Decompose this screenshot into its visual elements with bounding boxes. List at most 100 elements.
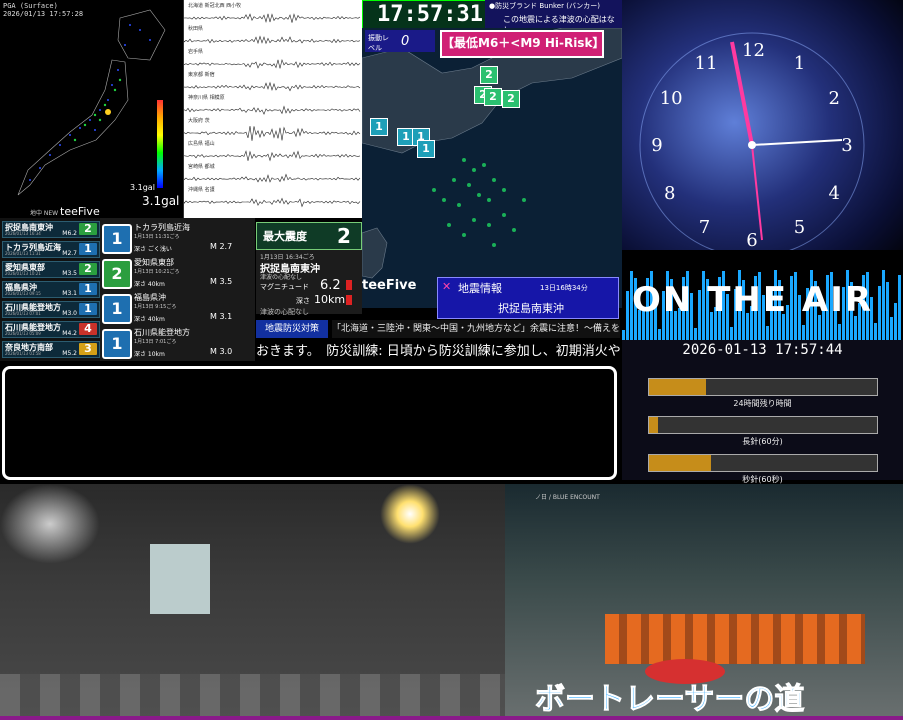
pga-gal-large: 3.1gal <box>142 194 179 208</box>
waveform-path <box>184 83 360 91</box>
max-tsunami: 津波の心配なし <box>260 272 302 281</box>
epicenter-dots <box>362 28 622 308</box>
detail-mag: M 2.7 <box>210 242 232 251</box>
waveform-label: 大阪府 茨 <box>188 117 210 124</box>
equalizer-bar <box>882 270 885 340</box>
message-box <box>2 366 617 480</box>
detail-row: 1 トカラ列島近海 1月13日 11:31ごろ 深さ ごく浅い M 2.7 <box>102 220 252 254</box>
detail-time: 1月13日 11:31ごろ <box>134 233 180 240</box>
waveform-path <box>184 14 360 23</box>
clock-number: 2 <box>824 88 844 109</box>
detail-row: 1 石川県能登地方 1月13日 7:01ごろ 深さ 10km M 3.0 <box>102 325 252 359</box>
clock-number: 10 <box>660 88 680 109</box>
quake-mag: M4.2 <box>62 330 77 337</box>
detail-mag: M 3.0 <box>210 347 232 356</box>
equalizer-bar <box>890 317 893 340</box>
detail-depth: 深さ 10km <box>134 349 165 358</box>
analog-clock-panel: 12 1 2 3 4 5 6 7 8 9 10 11 <box>622 0 903 272</box>
pga-badge: 地中 NEW <box>30 208 58 217</box>
detail-mag: M 3.1 <box>210 312 232 321</box>
epicenter-dot <box>512 228 516 232</box>
quake-list-row: 奈良地方南部 2026/01/13 01:58 M5.2 3 <box>2 341 100 358</box>
quake-intensity-badge: 1 <box>79 243 97 255</box>
waveform-label: 秋田県 <box>188 25 203 32</box>
progress-bar <box>648 416 878 434</box>
clock-number: 12 <box>742 40 762 61</box>
street-camera <box>0 484 505 720</box>
quake-list-row: トカラ列島近海 2026/01/13 11:31 M2.7 1 <box>2 241 100 258</box>
waveform-row: 沖縄県 名護 <box>184 192 362 212</box>
max-intensity-box: 最大震度 2 <box>256 222 362 250</box>
ticker-top: 地震防災対策 「北海道・三陸沖・関東～中国・九州地方など」余震に注意！～備えを～ <box>256 320 620 338</box>
quake-time: 2026/01/13 01:58 <box>5 351 41 356</box>
ticker-label: 地震防災対策 <box>256 320 328 338</box>
quake-intensity-badge: 1 <box>79 303 97 315</box>
waveform-path <box>184 106 360 114</box>
vehicle-icon <box>150 544 210 614</box>
quake-time: 2026/01/13 09:15 <box>5 291 41 296</box>
clock-number: 3 <box>837 135 857 156</box>
detail-time: 1月13日 10:21ごろ <box>134 268 180 275</box>
quake-intensity-badge: 2 <box>79 263 97 275</box>
waveform-trace <box>184 100 362 120</box>
detail-intensity-badge: 1 <box>102 294 132 324</box>
waveform-path <box>184 126 360 141</box>
pga-map-panel: PGA (Surface) 2026/01/13 17:57:28 3.1gal… <box>0 0 184 218</box>
clock-number: 6 <box>742 230 762 251</box>
waveform-path <box>184 174 360 182</box>
progress-fill <box>649 455 711 471</box>
eq-time: 13日16時34分 <box>540 283 588 293</box>
quake-time: 2026/01/13 05:09 <box>5 331 41 336</box>
quake-detail-list: 1 トカラ列島近海 1月13日 11:31ごろ 深さ ごく浅い M 2.7 2 愛知県東部 1… <box>100 218 255 361</box>
level-label: 振動レベル <box>368 33 392 53</box>
equalizer-bar <box>622 330 625 340</box>
waveform-label: 沖縄県 名護 <box>188 186 215 193</box>
mag-marker <box>346 280 352 290</box>
max-mag-value: 6.2 <box>320 278 341 293</box>
equalizer-bar <box>730 327 733 340</box>
quake-list-row: 石川県能登地方 2026/01/13 05:09 M4.2 4 <box>2 321 100 338</box>
waveform-path <box>184 198 360 206</box>
detail-time: 1月13日 9:15ごろ <box>134 303 176 310</box>
crosswalk-icon <box>0 674 505 720</box>
quake-mag: M5.2 <box>62 350 77 357</box>
vibration-level: 振動レベル 0 <box>365 30 435 52</box>
detail-mag: M 3.5 <box>210 277 232 286</box>
eq-title: 地震情報 <box>458 280 502 296</box>
waveform-row: 秋田県 <box>184 31 362 51</box>
quake-time: 2026/01/13 11:31 <box>5 251 41 256</box>
timer-panel: 2026-01-13 17:57:44 24時間残り時間 長針(60分) 秒針(60… <box>622 340 903 480</box>
epicenter-map: 22221111 teeFive <box>362 28 622 308</box>
ticker-text: 「北海道・三陸沖・関東～中国・九州地方など」余震に注意！～備えを～ <box>332 320 620 338</box>
detail-intensity-badge: 2 <box>102 259 132 289</box>
max-depth-value: 10km <box>314 293 345 306</box>
quake-intensity-badge: 3 <box>79 343 97 355</box>
ticker-scroll: おきます。 防災訓練: 日頃から防災訓練に参加し、初期消火や応急救護 <box>256 340 620 364</box>
risk-banner: 【最低M6＋<M9 Hi-Risk】 <box>440 30 604 58</box>
waveform-label: 宮崎県 都城 <box>188 163 215 170</box>
clock-number: 8 <box>660 183 680 204</box>
equalizer-bar <box>802 325 805 340</box>
equalizer-bar <box>874 323 877 340</box>
equalizer-bar <box>694 328 697 340</box>
progress-fill <box>649 417 658 433</box>
waveform-trace <box>184 31 362 51</box>
on-air-text: ON THE AIR <box>632 280 873 320</box>
clock-number: 5 <box>790 217 810 238</box>
equalizer-bar <box>898 275 901 340</box>
equalizer-bar <box>766 326 769 340</box>
quake-list-row: 石川県能登地方 2026/01/13 07:01 M3.0 1 <box>2 301 100 318</box>
detail-row: 2 愛知県東部 1月13日 10:21ごろ 深さ 40km M 3.5 <box>102 255 252 289</box>
tsunami-note: 津波の心配なし <box>260 307 309 317</box>
equalizer-bar <box>878 286 881 340</box>
detail-name: 福島県沖 <box>134 292 166 303</box>
equalizer-bar <box>626 291 629 340</box>
level-value: 0 <box>401 34 409 49</box>
progress-bar <box>648 378 878 396</box>
pga-gal-small: 3.1gal <box>130 183 155 192</box>
detail-name: トカラ列島近海 <box>134 222 190 233</box>
equalizer-bar <box>658 329 661 340</box>
waveform-path <box>184 60 360 69</box>
street-light-icon <box>380 484 440 544</box>
equalizer-bar <box>838 324 841 340</box>
